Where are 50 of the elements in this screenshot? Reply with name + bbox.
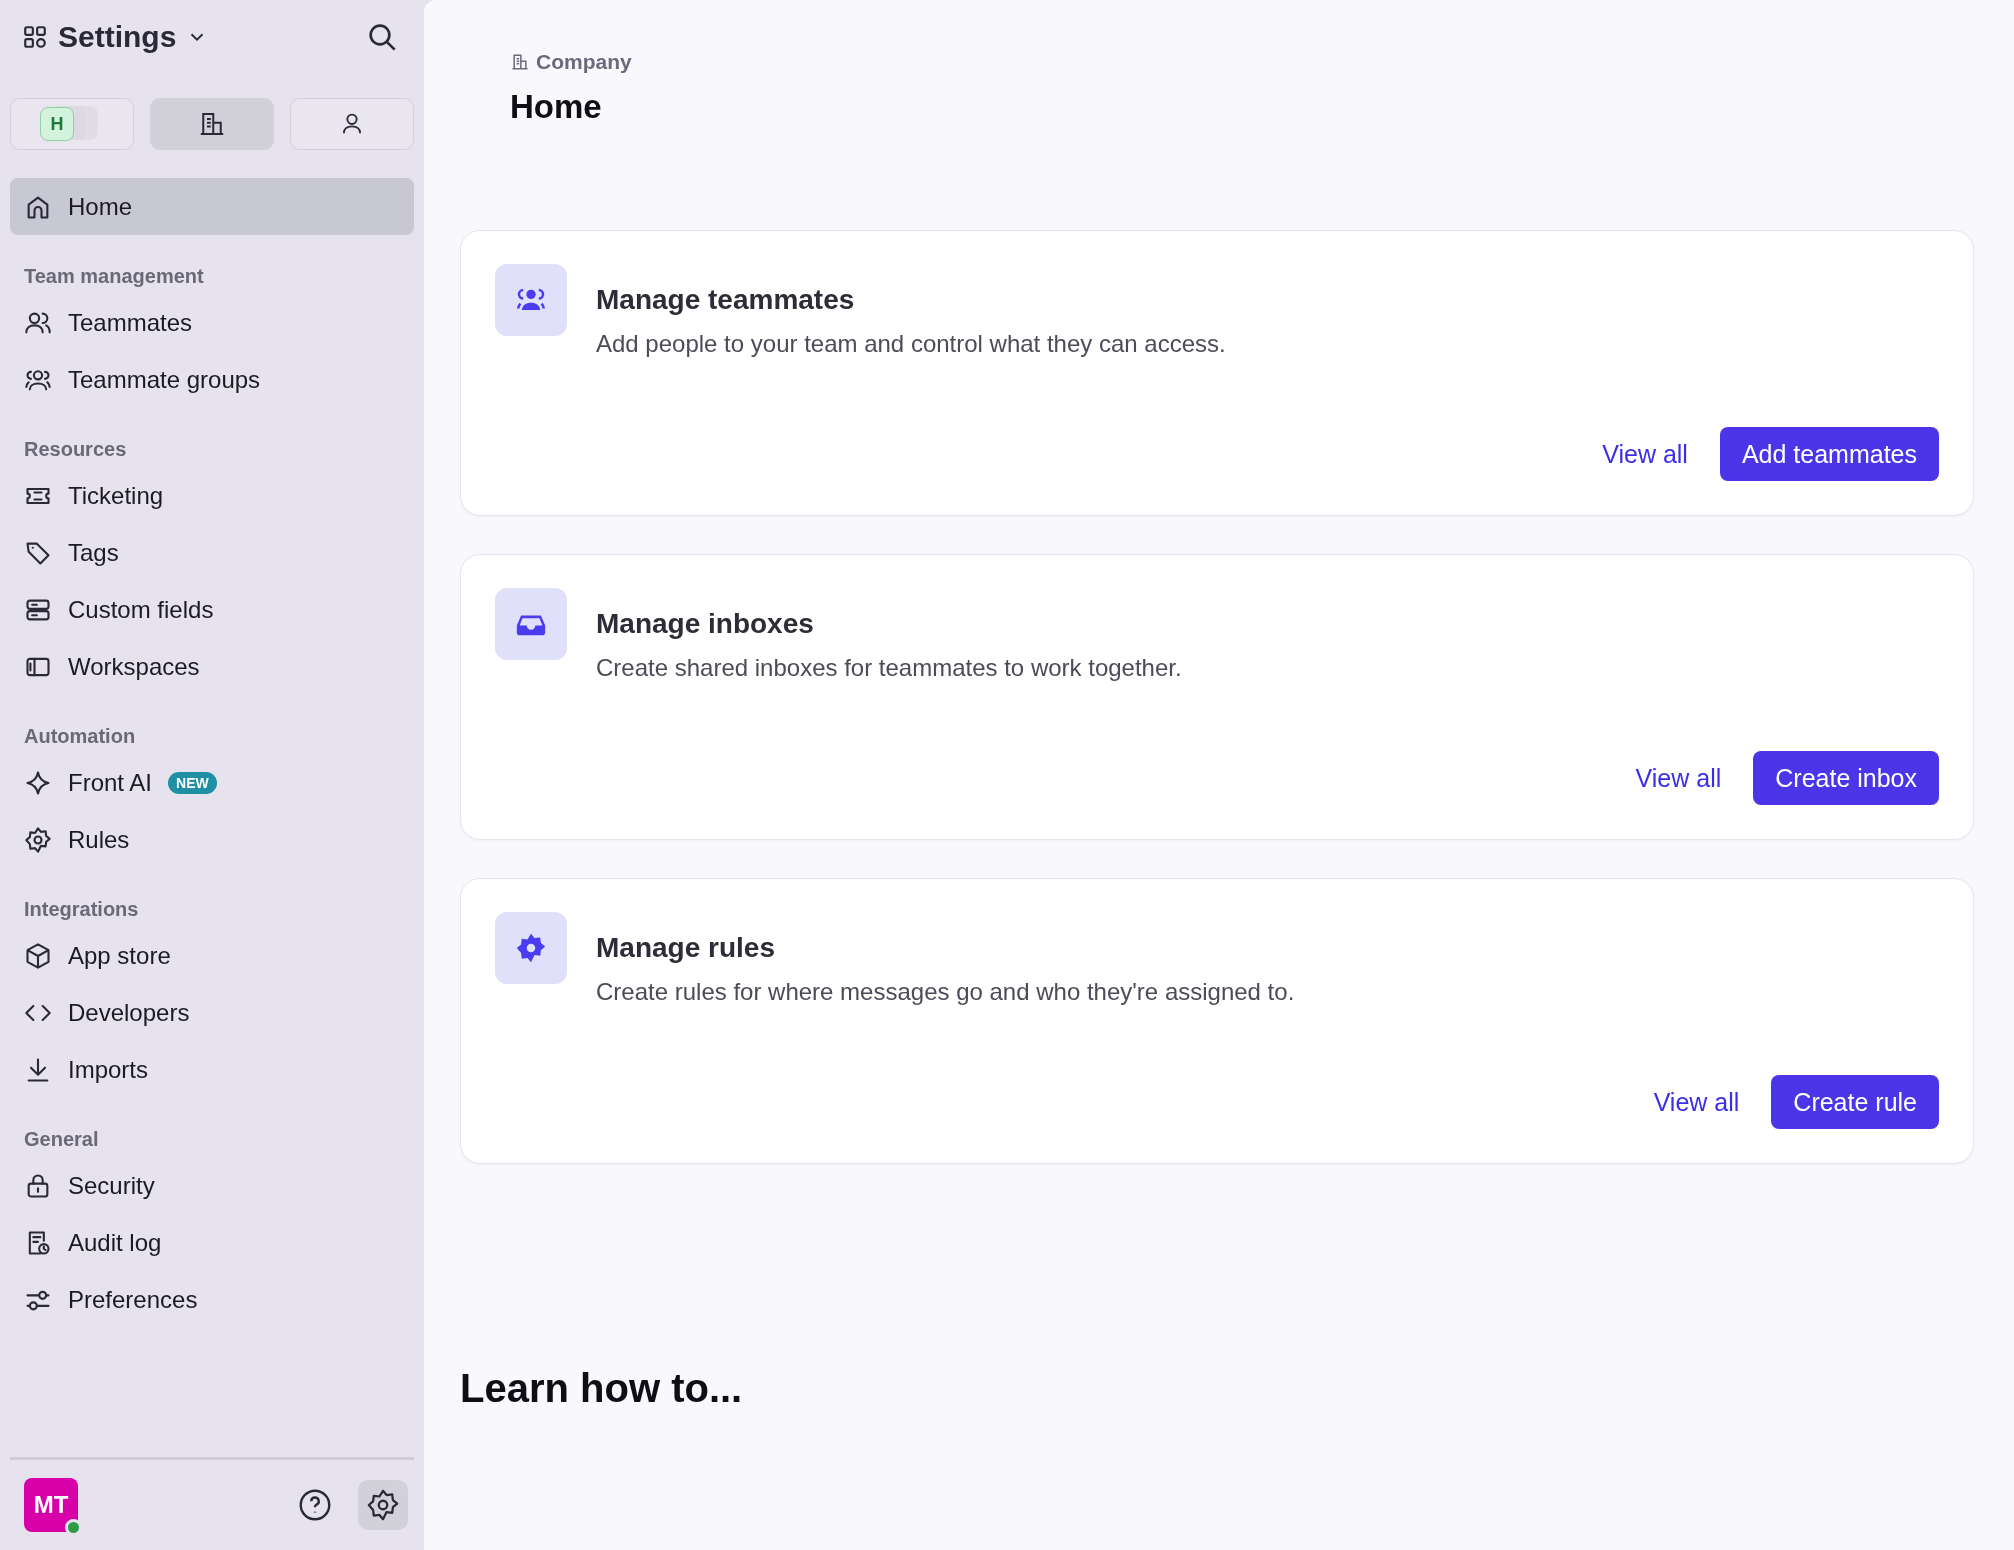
section-heading: General	[23, 1127, 100, 1152]
nav-item[interactable]: Front AI NEW	[10, 754, 414, 811]
nav-item[interactable]: Developers	[10, 984, 414, 1041]
nav-item[interactable]: Rules	[10, 811, 414, 868]
building-icon	[510, 52, 530, 72]
help-icon	[297, 1487, 333, 1523]
page-title: Home	[510, 88, 603, 126]
breadcrumb[interactable]: Company	[510, 50, 1974, 74]
nav-item[interactable]: Preferences	[10, 1271, 414, 1328]
user-avatar[interactable]: MT	[24, 1478, 78, 1532]
section-heading: Integrations	[23, 897, 140, 922]
section-heading: Learn how to...	[460, 1366, 744, 1411]
nav-item[interactable]: Audit log	[10, 1214, 414, 1271]
cube-icon	[24, 941, 52, 970]
settings-menu-button[interactable]: Settings	[22, 20, 209, 54]
section-heading: Team management	[23, 264, 205, 289]
card-title: Manage teammates	[596, 284, 856, 316]
nav-item[interactable]: Tags	[10, 524, 414, 581]
card-description: Add people to your team and control what they can access.	[596, 330, 1226, 358]
section-heading: Resources	[23, 437, 128, 462]
nav-item[interactable]: Custom fields	[10, 581, 414, 638]
nav-item[interactable]: Teammate groups	[10, 351, 414, 408]
nav-item[interactable]: Imports	[10, 1041, 414, 1098]
scope-tab[interactable]: H	[10, 98, 134, 150]
primary-button[interactable]: Create inbox	[1753, 751, 1939, 805]
view-all-link[interactable]: View all	[1635, 763, 1722, 793]
nav-item[interactable]: Security	[10, 1157, 414, 1214]
nav-item[interactable]: App store	[10, 927, 414, 984]
nav-item[interactable]: Ticketing	[10, 467, 414, 524]
nav-item[interactable]: Home	[10, 178, 414, 235]
settings-button[interactable]	[358, 1480, 408, 1530]
section-heading: Automation	[23, 724, 137, 749]
view-all-link[interactable]: View all	[1602, 439, 1688, 469]
nav-item[interactable]: Workspaces	[10, 638, 414, 695]
new-badge: NEW	[168, 771, 217, 794]
gear-icon	[24, 825, 52, 854]
card-description: Create rules for where messages go and who they're assigned to.	[596, 978, 1295, 1006]
settings-icon	[366, 1488, 400, 1522]
card-title: Manage rules	[596, 932, 776, 964]
primary-button[interactable]: Add teammates	[1719, 427, 1939, 481]
card-title: Manage inboxes	[596, 608, 815, 640]
scope-tab[interactable]	[150, 98, 274, 150]
workspace-badge: H	[40, 107, 74, 141]
search-icon	[366, 21, 398, 53]
view-all-link[interactable]: View all	[1653, 1087, 1740, 1117]
card-description: Create shared inboxes for teammates to work together.	[596, 654, 1182, 682]
grid-icon	[22, 24, 48, 50]
gear-icon	[514, 931, 548, 965]
nav-item[interactable]: Teammates	[10, 294, 414, 351]
primary-button[interactable]: Create rule	[1771, 1075, 1939, 1129]
